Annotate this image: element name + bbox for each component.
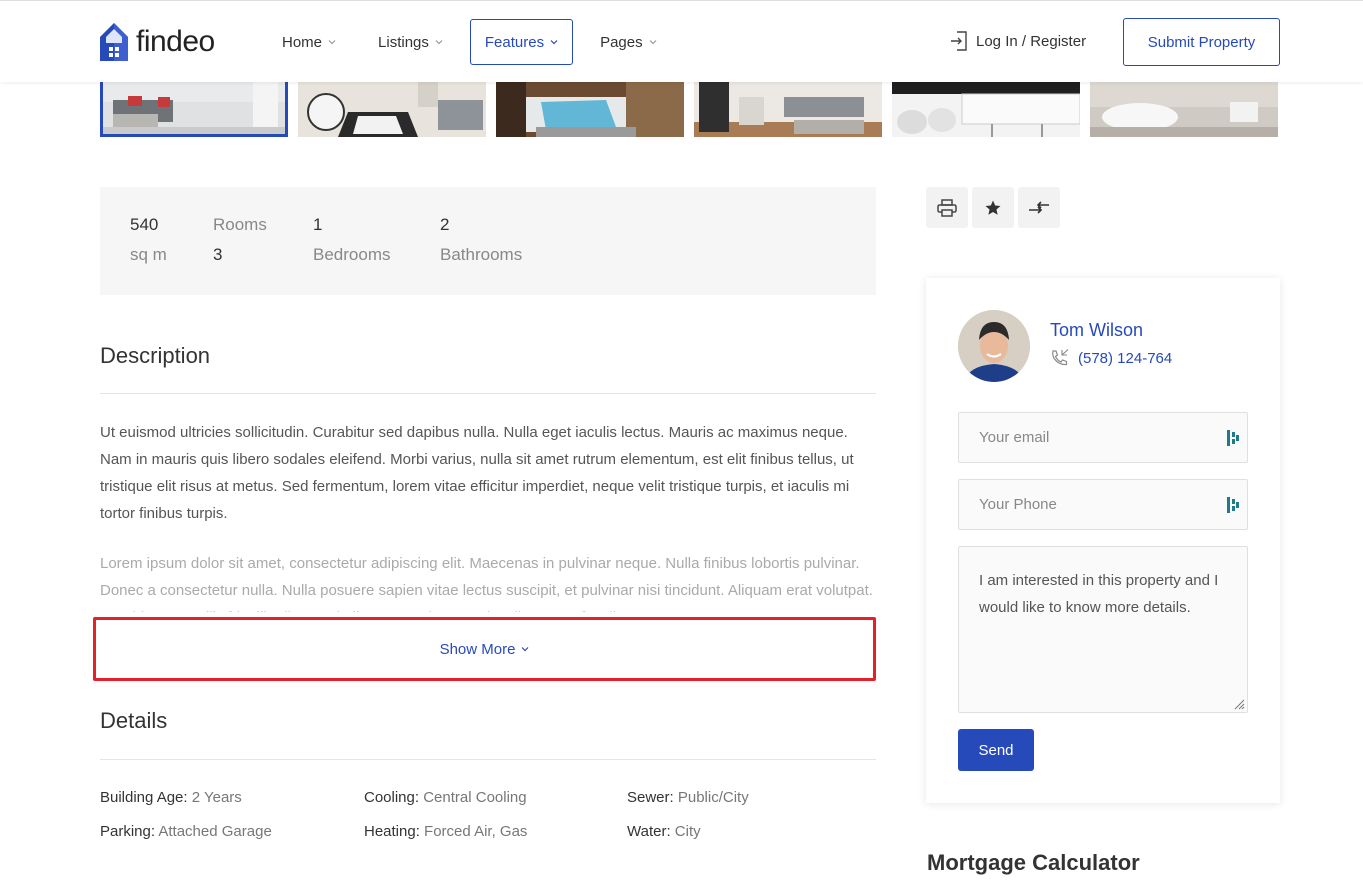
thumbnail-kitchen[interactable] bbox=[892, 82, 1080, 137]
dining-room-photo bbox=[694, 82, 882, 137]
favorite-button[interactable] bbox=[972, 187, 1014, 228]
rooms-label: Rooms bbox=[213, 215, 267, 234]
chevron-down-icon bbox=[435, 40, 443, 45]
chevron-down-icon bbox=[522, 647, 529, 652]
detail-label: Building Age: bbox=[100, 789, 188, 806]
detail-cooling: Cooling: Central Cooling bbox=[364, 789, 527, 806]
site-header: findeo Home Listings Features Pages Log … bbox=[0, 0, 1363, 82]
login-register-link[interactable]: Log In / Register bbox=[950, 31, 1086, 51]
nav-home[interactable]: Home bbox=[267, 19, 351, 65]
chevron-down-icon bbox=[328, 40, 336, 45]
thumbnail-bedroom[interactable] bbox=[496, 82, 684, 137]
email-field[interactable]: Your email bbox=[958, 412, 1248, 463]
detail-heating: Heating: Forced Air, Gas bbox=[364, 823, 527, 840]
detail-label: Sewer: bbox=[627, 789, 674, 806]
nav-listings-label: Listings bbox=[378, 33, 429, 51]
agent-phone[interactable]: (578) 124-764 bbox=[1050, 349, 1172, 367]
phone-icon bbox=[1052, 349, 1069, 366]
print-button[interactable] bbox=[926, 187, 968, 228]
kitchen-photo bbox=[892, 82, 1080, 137]
autofill-icon bbox=[1227, 430, 1239, 446]
send-button[interactable]: Send bbox=[958, 729, 1034, 771]
autofill-icon bbox=[1227, 497, 1239, 513]
bedrooms-value: 1 bbox=[313, 215, 323, 234]
thumbnail-living-room[interactable] bbox=[100, 82, 288, 137]
thumbnail-kids-room[interactable] bbox=[298, 82, 486, 137]
show-more-button[interactable]: Show More bbox=[93, 617, 876, 681]
resize-handle-icon[interactable] bbox=[1233, 698, 1245, 710]
bathroom-photo bbox=[1090, 82, 1278, 137]
nav-listings[interactable]: Listings bbox=[363, 19, 458, 65]
agent-phone-number: (578) 124-764 bbox=[1078, 349, 1173, 367]
nav-features[interactable]: Features bbox=[469, 19, 574, 65]
message-textarea[interactable]: I am interested in this property and I w… bbox=[958, 546, 1248, 713]
avatar[interactable] bbox=[958, 310, 1030, 382]
property-overview: 540 sq m Rooms 3 1 Bedrooms 2 Bathrooms bbox=[100, 187, 876, 295]
agent-contact-card: Tom Wilson (578) 124-764 Your email Your… bbox=[926, 278, 1280, 803]
main-nav: Home Listings Features Pages bbox=[267, 19, 684, 65]
detail-parking: Parking: Attached Garage bbox=[100, 823, 272, 840]
compare-button[interactable] bbox=[1018, 187, 1060, 228]
print-icon bbox=[937, 198, 957, 217]
bedroom-photo bbox=[496, 82, 684, 137]
bathrooms-value: 2 bbox=[440, 215, 450, 234]
area-unit: sq m bbox=[130, 245, 167, 264]
detail-water: Water: City bbox=[627, 823, 701, 840]
sign-in-icon bbox=[951, 31, 967, 51]
bathrooms-label: Bathrooms bbox=[440, 245, 523, 264]
email-placeholder: Your email bbox=[979, 429, 1050, 446]
detail-label: Parking: bbox=[100, 823, 156, 840]
details-title: Details bbox=[100, 708, 168, 733]
area-value: 540 bbox=[130, 215, 159, 234]
star-icon bbox=[985, 200, 1001, 215]
detail-label: Heating: bbox=[364, 823, 420, 840]
detail-value: Forced Air, Gas bbox=[424, 823, 528, 840]
detail-value: 2 Years bbox=[191, 789, 242, 806]
divider bbox=[100, 393, 876, 394]
kids-room-photo bbox=[298, 82, 486, 137]
show-more-label: Show More bbox=[439, 640, 516, 658]
detail-label: Water: bbox=[627, 823, 671, 840]
thumbnail-bathroom[interactable] bbox=[1090, 82, 1278, 137]
nav-features-label: Features bbox=[484, 33, 545, 51]
house-logo-icon bbox=[100, 23, 128, 61]
gallery-thumbnails bbox=[100, 82, 1280, 138]
chevron-down-icon bbox=[649, 40, 657, 45]
submit-property-button[interactable]: Submit Property bbox=[1123, 18, 1280, 66]
detail-value: Central Cooling bbox=[423, 789, 527, 806]
mortgage-calculator-title: Mortgage Calculator bbox=[927, 850, 1140, 875]
rooms-value: 3 bbox=[213, 245, 223, 264]
message-text: I am interested in this property and I w… bbox=[979, 572, 1219, 616]
thumbnail-dining-room[interactable] bbox=[694, 82, 882, 137]
detail-label: Cooling: bbox=[364, 789, 420, 806]
living-room-photo bbox=[103, 82, 285, 134]
nav-home-label: Home bbox=[282, 33, 323, 51]
detail-value: City bbox=[674, 823, 701, 840]
phone-field[interactable]: Your Phone bbox=[958, 479, 1248, 530]
nav-pages[interactable]: Pages bbox=[585, 19, 672, 65]
logo[interactable]: findeo bbox=[100, 23, 215, 61]
detail-building-age: Building Age: 2 Years bbox=[100, 789, 242, 806]
nav-pages-label: Pages bbox=[600, 33, 643, 51]
agent-photo bbox=[958, 310, 1030, 382]
divider bbox=[100, 759, 876, 760]
compare-icon bbox=[1029, 200, 1049, 214]
login-label: Log In / Register bbox=[976, 32, 1087, 50]
description-paragraph-1: Ut euismod ultricies sollicitudin. Curab… bbox=[100, 424, 854, 522]
agent-name[interactable]: Tom Wilson bbox=[1050, 320, 1143, 341]
detail-value: Attached Garage bbox=[158, 823, 272, 840]
chevron-down-icon bbox=[550, 40, 558, 45]
phone-placeholder: Your Phone bbox=[979, 496, 1057, 513]
detail-value: Public/City bbox=[677, 789, 749, 806]
logo-text: findeo bbox=[136, 25, 215, 58]
detail-sewer: Sewer: Public/City bbox=[627, 789, 749, 806]
bedrooms-label: Bedrooms bbox=[313, 245, 391, 264]
description-title: Description bbox=[100, 343, 211, 368]
